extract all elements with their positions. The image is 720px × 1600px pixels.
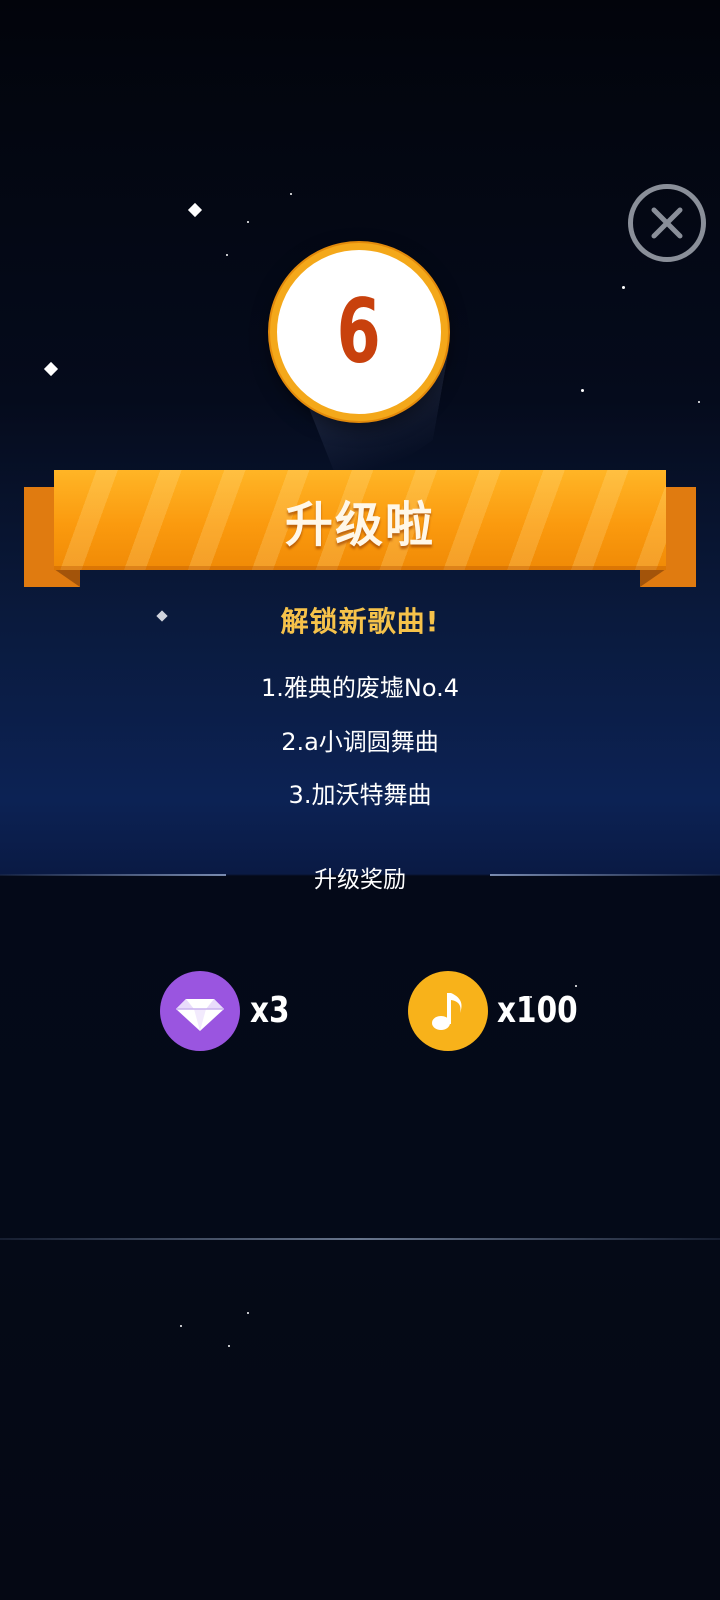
diamond-icon [160, 971, 240, 1051]
star-icon [228, 1345, 230, 1347]
close-button[interactable] [628, 184, 706, 262]
star-icon [698, 401, 700, 403]
unlock-title: 解锁新歌曲! [280, 605, 440, 638]
star-icon [622, 286, 625, 289]
star-icon [226, 254, 228, 256]
level-badge: 6 [270, 243, 448, 421]
level-up-banner: 升级啦 [54, 470, 666, 570]
star-icon [581, 389, 584, 392]
star-icon [247, 1312, 249, 1314]
divider [0, 1238, 720, 1240]
note-reward-count: x100 [497, 990, 578, 1031]
unlocked-song-item: 1.雅典的废墟No.4 [260, 674, 459, 702]
rewards-title: 升级奖励 [314, 867, 406, 893]
unlocked-song-item: 2.a小调圆舞曲 [281, 728, 439, 756]
unlocked-song-item: 3.加沃特舞曲 [288, 781, 432, 809]
star-icon [247, 221, 249, 223]
close-icon [651, 207, 683, 239]
star-icon [575, 985, 577, 987]
diamond-reward-count: x3 [250, 990, 290, 1031]
star-icon [290, 193, 292, 195]
banner-title: 升级啦 [284, 497, 435, 553]
music-note-icon [408, 971, 488, 1051]
star-icon [180, 1325, 182, 1327]
level-number: 6 [336, 280, 382, 383]
